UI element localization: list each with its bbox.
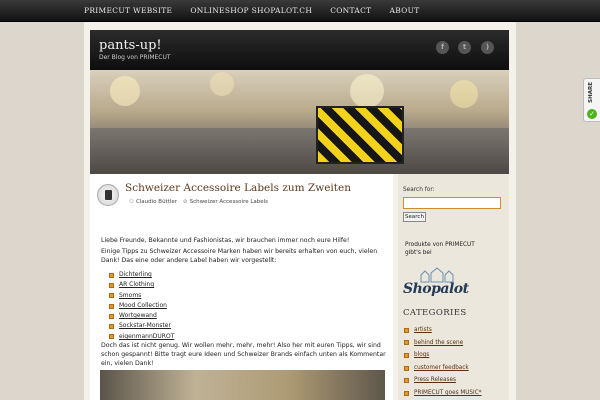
checkmark-icon: ✓ [587,109,597,119]
post-outro: Doch das ist nicht genug. Wir wollen meh… [101,342,386,367]
category-link[interactable]: artists [414,324,432,337]
label-link[interactable]: Dichterling [119,270,152,280]
category-link[interactable]: blogs [414,349,429,362]
list-item[interactable]: Sockstar-Monster [109,321,174,331]
share-label: SHARE [588,82,594,103]
post-intro: Liebe Freunde, Bekannte und Fashionistas… [101,237,350,244]
search-input[interactable] [403,197,501,209]
category-item[interactable]: Press Releases [404,374,482,387]
bullet-icon [109,303,114,309]
striped-barrier [316,106,404,164]
post-image [100,370,385,400]
category-item[interactable]: PRIMECUT goes MUSIC* [404,387,482,400]
bullet-icon [109,334,114,340]
top-navigation: PRIMECUT WEBSITE ONLINESHOP SHOPALOT.CH … [0,0,600,22]
bokeh-light [350,74,384,108]
label-link[interactable]: Sockstar-Monster [119,321,171,331]
post-title[interactable]: Schweizer Accessoire Labels zum Zweiten [125,182,351,194]
nav-primecut-website[interactable]: PRIMECUT WEBSITE [84,0,172,22]
site-header: pants-up! Der Blog von PRIMECUT f t ) [90,30,509,70]
twitter-icon[interactable]: t [458,41,471,54]
sidebar: Search for: Search Produkte von PRIMECUT… [398,174,509,400]
road-surface [90,128,509,174]
label-link[interactable]: Smoms [119,291,141,301]
bullet-icon [404,352,409,358]
bokeh-light [450,80,478,108]
bullet-icon [109,313,114,319]
nav-about[interactable]: ABOUT [390,0,420,22]
document-icon [97,184,119,206]
categories-title: CATEGORIES [403,308,467,318]
facebook-icon[interactable]: f [436,41,449,54]
list-item[interactable]: Mood Collection [109,301,174,311]
post-content: Schweizer Accessoire Labels zum Zweiten … [90,174,393,400]
list-item[interactable]: AR Clothing [109,280,174,290]
bullet-icon [404,390,409,396]
tag-icon: ⊘ [183,199,188,205]
bullet-icon [109,272,114,278]
list-item[interactable]: Smoms [109,291,174,301]
shopalot-logo[interactable]: Shopalot [403,267,471,303]
bullet-icon [404,365,409,371]
search-label: Search for: [403,187,435,193]
category-link[interactable]: Press Releases [414,374,456,387]
share-tab[interactable]: SHARE ✓ [583,78,600,122]
list-item[interactable]: Wortgewand [109,311,174,321]
category-item[interactable]: artists [404,324,482,337]
logo-text: Shopalot [403,281,469,297]
post-paragraph: Einige Tipps zu Schweizer Accessoire Mar… [101,248,378,264]
bokeh-light [110,76,140,106]
nav-onlineshop[interactable]: ONLINESHOP SHOPALOT.CH [190,0,312,22]
produkte-text: Produkte von PRIMECUT gibt's bei [405,242,475,256]
label-link[interactable]: Wortgewand [119,311,157,321]
bullet-icon [109,293,114,299]
user-icon: ⚇ [129,199,134,205]
post-category[interactable]: ⊘ Schweizer Accessoire Labels [183,199,268,205]
post-category-name[interactable]: Schweizer Accessoire Labels [190,199,268,205]
nav-contact[interactable]: CONTACT [330,0,371,22]
header-banner-image [90,70,509,174]
category-list: artists behind the scene blogs customer … [404,324,482,400]
bullet-icon [404,327,409,333]
label-list: Dichterling AR Clothing Smoms Mood Colle… [109,270,174,342]
category-link[interactable]: customer feedback [414,362,469,375]
blog-title[interactable]: pants-up! [99,38,162,53]
search-button[interactable]: Search [403,212,426,222]
list-item[interactable]: Dichterling [109,270,174,280]
label-link[interactable]: Mood Collection [119,301,167,311]
bullet-icon [109,282,114,288]
label-link[interactable]: AR Clothing [119,280,154,290]
category-link[interactable]: PRIMECUT goes MUSIC* [414,387,482,400]
page-container: pants-up! Der Blog von PRIMECUT f t ) Sc… [84,22,516,400]
category-item[interactable]: customer feedback [404,362,482,375]
post-author[interactable]: ⚇ Claudio Büttler [129,199,177,205]
category-item[interactable]: behind the scene [404,337,482,350]
bullet-icon [404,378,409,384]
bokeh-light [210,72,234,96]
post-author-name[interactable]: Claudio Büttler [136,199,177,205]
category-item[interactable]: blogs [404,349,482,362]
rss-icon[interactable]: ) [481,41,494,54]
blog-subtitle: Der Blog von PRIMECUT [99,54,171,61]
category-link[interactable]: behind the scene [414,337,463,350]
bullet-icon [404,340,409,346]
post-meta: ⚇ Claudio Büttler ⊘ Schweizer Accessoire L… [129,199,268,205]
bullet-icon [109,324,114,330]
